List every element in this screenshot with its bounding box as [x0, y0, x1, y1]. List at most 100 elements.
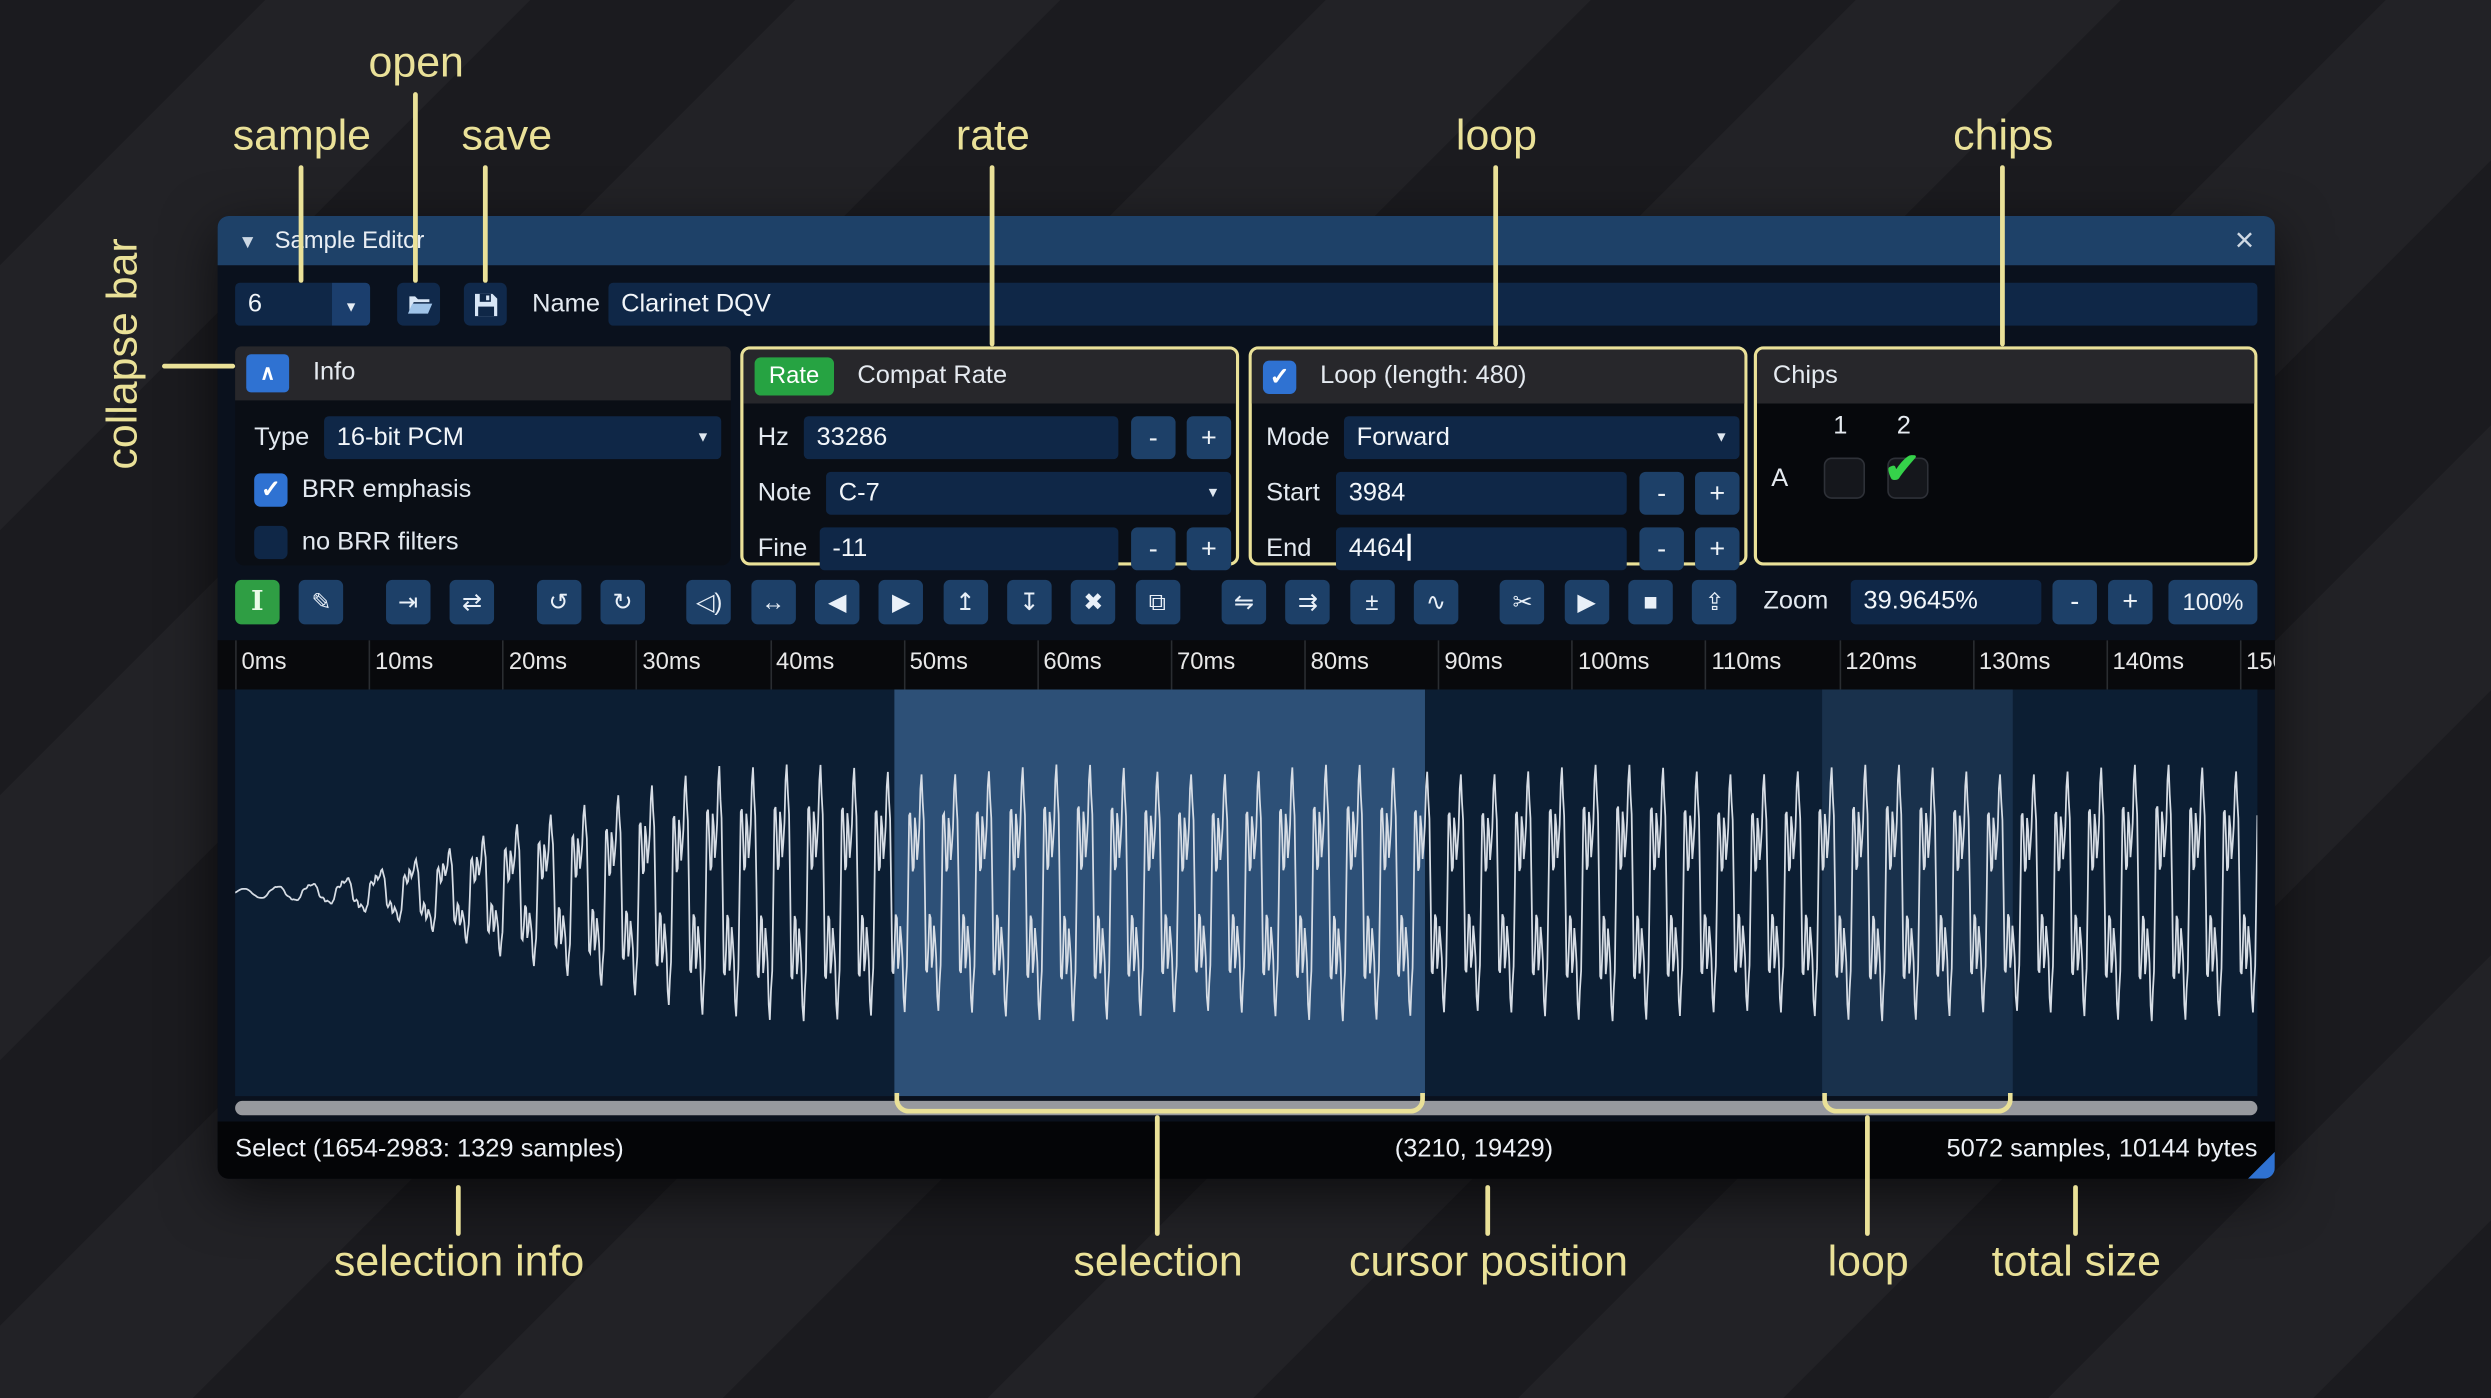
- fade-out-button[interactable]: ▶: [878, 579, 924, 625]
- insert-silence-button[interactable]: ↥: [942, 579, 988, 625]
- annotation-collapse-bar-text: collapse bar: [98, 238, 147, 470]
- apply-silence-button[interactable]: ↧: [1006, 579, 1052, 625]
- no-brr-filters-checkbox[interactable]: [254, 525, 288, 560]
- save-button[interactable]: [463, 282, 507, 326]
- fine-input[interactable]: -11: [819, 527, 1119, 571]
- loop-enable-checkbox[interactable]: ✓: [1262, 359, 1297, 394]
- preview-button[interactable]: ▶: [1564, 579, 1609, 625]
- no-brr-filters-label[interactable]: no BRR filters: [302, 521, 459, 564]
- sample-number-dropdown-button[interactable]: ▼: [332, 282, 371, 326]
- window-resize-grip[interactable]: [2247, 1151, 2275, 1179]
- undo-button[interactable]: ↺: [536, 579, 581, 625]
- note-label: Note: [757, 479, 812, 507]
- loop-start-decrement-button[interactable]: -: [1639, 471, 1684, 515]
- selection-bracket: [894, 1092, 1425, 1114]
- zoom-out-button[interactable]: -: [2052, 579, 2097, 625]
- brr-emphasis-checkbox[interactable]: ✓: [254, 473, 288, 507]
- collapse-bar-button[interactable]: ∧: [246, 354, 290, 393]
- cross-icon: ✖: [1083, 589, 1104, 617]
- type-select[interactable]: 16-bit PCM ▼: [324, 416, 722, 460]
- ruler-label: 110ms: [1711, 648, 1782, 676]
- plus-minus-icon: ±: [1365, 588, 1379, 616]
- invert-button[interactable]: ⇉: [1285, 579, 1331, 625]
- hz-input[interactable]: 33286: [803, 416, 1119, 460]
- window-titlebar[interactable]: ▼ Sample Editor ×: [217, 216, 2275, 266]
- window-collapse-icon[interactable]: ▼: [238, 230, 257, 252]
- sine-wave-icon: ∿: [1425, 589, 1446, 617]
- draw-tool-button[interactable]: ✎: [299, 579, 344, 625]
- loop-start-input[interactable]: 3984: [1336, 471, 1627, 515]
- note-select[interactable]: C-7 ▼: [826, 471, 1232, 515]
- name-label: Name: [532, 290, 600, 318]
- redo-button[interactable]: ↻: [600, 579, 645, 625]
- delete-button[interactable]: ✖: [1071, 579, 1116, 625]
- compat-rate-tab[interactable]: Compat Rate: [857, 362, 1007, 391]
- double-arrow-icon: ⇉: [1297, 589, 1318, 617]
- reverse-button[interactable]: ⇋: [1221, 579, 1267, 625]
- name-input[interactable]: Clarinet DQV: [608, 282, 2258, 326]
- close-button[interactable]: ×: [2235, 224, 2254, 257]
- info-panel-title: Info: [312, 359, 356, 387]
- annotation-line-open: [413, 92, 418, 283]
- chip-enable-checkbox[interactable]: [1823, 457, 1866, 499]
- chevron-up-icon: ∧: [260, 360, 276, 385]
- ruler-label: 100ms: [1577, 648, 1650, 676]
- triangle-left-icon: ◀: [828, 589, 847, 617]
- arrow-down-bar-icon: ↧: [1019, 589, 1040, 617]
- brr-emphasis-label[interactable]: BRR emphasis: [302, 469, 472, 512]
- waveform-graph: [235, 764, 2258, 1022]
- ruler-label: 80ms: [1310, 648, 1369, 676]
- loop-mode-select[interactable]: Forward ▼: [1343, 416, 1740, 460]
- zoom-label: Zoom: [1763, 587, 1829, 615]
- hz-decrement-button[interactable]: -: [1131, 416, 1176, 460]
- normalize-button[interactable]: ↔: [750, 579, 796, 625]
- reverse-arrows-icon: ⇋: [1233, 589, 1254, 617]
- crossfade-button[interactable]: ✂: [1500, 579, 1545, 625]
- chip-check-icon: ✔: [1884, 444, 1921, 493]
- annotation-line-loop-bottom: [1865, 1115, 1870, 1236]
- sample-editor-window: ▼ Sample Editor × 6 ▼ Name Clarinet DQV …: [217, 216, 2275, 1179]
- loop-start-value: 3984: [1348, 479, 1406, 507]
- info-panel-header: ∧ Info: [235, 346, 731, 401]
- create-wavetable-button[interactable]: ⇪: [1692, 579, 1737, 625]
- amplify-button[interactable]: ◁): [686, 579, 732, 625]
- chip-column-label: 2: [1896, 413, 1911, 441]
- fine-increment-button[interactable]: +: [1186, 527, 1232, 571]
- fade-in-button[interactable]: ◀: [814, 579, 860, 625]
- save-floppy-icon: [474, 293, 497, 316]
- resize-button[interactable]: ⇥: [385, 579, 431, 625]
- trim-button[interactable]: ⧉: [1135, 579, 1180, 625]
- fine-value: -11: [832, 535, 868, 563]
- i-beam-icon: I: [251, 586, 264, 618]
- zoom-reset-button[interactable]: 100%: [2168, 579, 2258, 625]
- page-background: open sample save rate loop chips collaps…: [0, 0, 2491, 1398]
- resample-icon: ⇄: [461, 589, 482, 617]
- status-total-size: 5072 samples, 10144 bytes: [1946, 1135, 2258, 1163]
- annotation-line-sample: [298, 165, 304, 283]
- loop-end-increment-button[interactable]: +: [1695, 527, 1740, 571]
- loop-end-decrement-button[interactable]: -: [1639, 527, 1684, 571]
- sample-number-select[interactable]: 6 ▼: [235, 282, 371, 326]
- filter-button[interactable]: ∿: [1413, 579, 1459, 625]
- sign-button[interactable]: ±: [1349, 579, 1395, 625]
- zoom-input[interactable]: 39.9645%: [1850, 579, 2042, 625]
- loop-mode-value: Forward: [1356, 424, 1450, 452]
- chips-panel-title: Chips: [1772, 362, 1838, 390]
- rate-tab-active[interactable]: Rate: [754, 357, 834, 396]
- ruler-tick: [368, 640, 371, 690]
- open-button[interactable]: [397, 282, 441, 326]
- loop-end-label: End: [1266, 535, 1312, 563]
- loop-start-increment-button[interactable]: +: [1695, 471, 1740, 515]
- fine-decrement-button[interactable]: -: [1131, 527, 1176, 571]
- loop-bracket: [1822, 1092, 2013, 1114]
- loop-end-input[interactable]: 4464: [1336, 527, 1627, 571]
- loop-panel-header: ✓ Loop (length: 480): [1251, 349, 1745, 404]
- ruler-tick: [636, 640, 638, 690]
- crop-icon: ⧉: [1148, 588, 1166, 616]
- hz-increment-button[interactable]: +: [1186, 416, 1232, 460]
- zoom-in-button[interactable]: +: [2108, 579, 2153, 625]
- waveform-display[interactable]: [235, 689, 2258, 1097]
- select-tool-button[interactable]: I: [235, 579, 280, 625]
- resample-button[interactable]: ⇄: [449, 579, 495, 625]
- stop-preview-button[interactable]: ■: [1628, 579, 1673, 625]
